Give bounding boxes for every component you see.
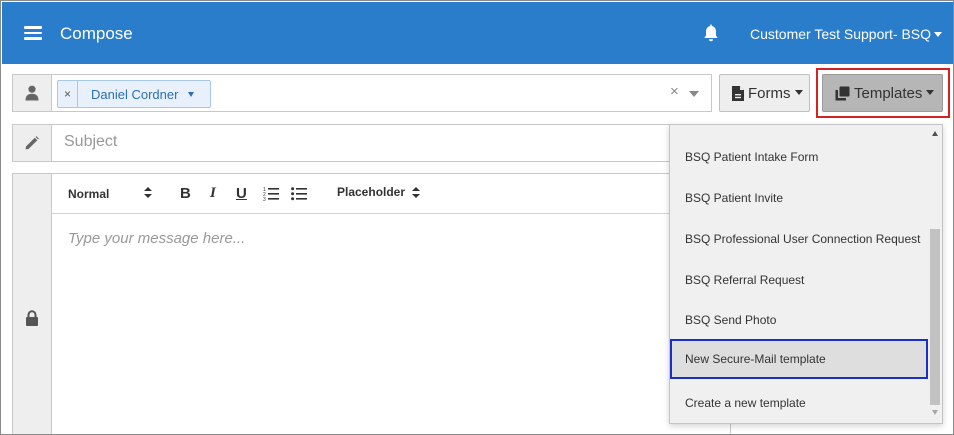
- format-select-arrows-icon[interactable]: [144, 187, 152, 198]
- format-select[interactable]: Normal: [68, 187, 109, 201]
- template-item-label: BSQ Send Photo: [685, 313, 777, 327]
- templates-label: Templates: [854, 85, 923, 102]
- template-item[interactable]: BSQ Professional User Connection Request: [670, 219, 928, 259]
- scroll-up-arrow-icon[interactable]: [932, 131, 938, 136]
- ordered-list-icon[interactable]: 1 2 3: [263, 186, 279, 201]
- forms-button[interactable]: Forms: [719, 74, 810, 112]
- chevron-down-icon: [934, 32, 943, 37]
- placeholder-select[interactable]: Placeholder: [337, 185, 405, 199]
- recipient-chip[interactable]: × Daniel Cordner: [57, 80, 211, 108]
- page-title: Compose: [60, 24, 133, 43]
- template-item-label: New Secure-Mail template: [685, 352, 826, 366]
- subject-field[interactable]: [51, 124, 731, 162]
- compose-window: Compose Customer Test Support- BSQ × Dan…: [0, 0, 954, 435]
- bell-icon[interactable]: [702, 24, 720, 44]
- placeholder-select-arrows-icon[interactable]: [412, 187, 420, 198]
- message-editor[interactable]: Normal B I U 1 2 3 Placeholder Type your…: [51, 173, 731, 434]
- account-name: Customer Test Support- BSQ: [750, 26, 932, 42]
- top-navigation-bar: Compose Customer Test Support- BSQ: [2, 2, 953, 64]
- template-item-label: Create a new template: [685, 396, 806, 410]
- svg-text:3: 3: [263, 197, 266, 201]
- templates-dropdown-menu: BSQ Patient Intake Form BSQ Patient Invi…: [669, 124, 943, 424]
- template-item[interactable]: BSQ Patient Invite: [670, 178, 928, 218]
- recipient-name: Daniel Cordner: [91, 87, 179, 102]
- recipient-icon-box: [12, 74, 52, 112]
- bullet-list-icon[interactable]: [291, 186, 307, 201]
- templates-button[interactable]: Templates: [822, 74, 943, 112]
- template-item[interactable]: BSQ Referral Request: [670, 260, 928, 300]
- template-item-label: BSQ Referral Request: [685, 273, 805, 287]
- scroll-down-arrow-icon[interactable]: [932, 410, 938, 415]
- template-item[interactable]: BSQ Send Photo: [670, 300, 928, 340]
- message-placeholder: Type your message here...: [68, 230, 246, 247]
- bold-button[interactable]: B: [180, 185, 191, 202]
- encryption-column: [12, 173, 52, 434]
- copy-icon: [835, 86, 850, 101]
- create-template-item[interactable]: Create a new template: [670, 383, 928, 423]
- account-menu[interactable]: Customer Test Support- BSQ: [750, 26, 943, 42]
- template-item-selected[interactable]: New Secure-Mail template: [670, 339, 928, 379]
- recipient-select[interactable]: × Daniel Cordner ×: [51, 74, 712, 112]
- chevron-down-icon[interactable]: [188, 92, 194, 97]
- hamburger-menu-icon[interactable]: [24, 26, 42, 40]
- clear-recipients-button[interactable]: ×: [670, 83, 679, 100]
- remove-recipient-button[interactable]: ×: [58, 81, 78, 107]
- forms-label: Forms: [748, 85, 791, 102]
- subject-input[interactable]: [64, 133, 644, 151]
- chevron-down-icon: [794, 90, 803, 95]
- editor-toolbar: Normal B I U 1 2 3 Placeholder: [52, 174, 730, 214]
- document-icon: [732, 86, 744, 101]
- subject-icon-box: [12, 124, 52, 162]
- underline-button[interactable]: U: [236, 185, 247, 202]
- pencil-icon: [25, 136, 39, 150]
- template-item-label: BSQ Patient Invite: [685, 191, 784, 205]
- person-icon: [25, 85, 39, 101]
- lock-icon: [26, 310, 38, 326]
- scrollbar-thumb[interactable]: [930, 229, 940, 405]
- template-item-label: BSQ Professional User Connection Request: [685, 232, 921, 246]
- template-item[interactable]: BSQ Patient Intake Form: [670, 137, 928, 177]
- recipient-dropdown-arrow-icon[interactable]: [689, 91, 699, 97]
- menu-scrollbar[interactable]: [928, 125, 942, 423]
- template-item-label: BSQ Patient Intake Form: [685, 150, 819, 164]
- chevron-down-icon: [926, 90, 935, 95]
- italic-button[interactable]: I: [210, 185, 216, 202]
